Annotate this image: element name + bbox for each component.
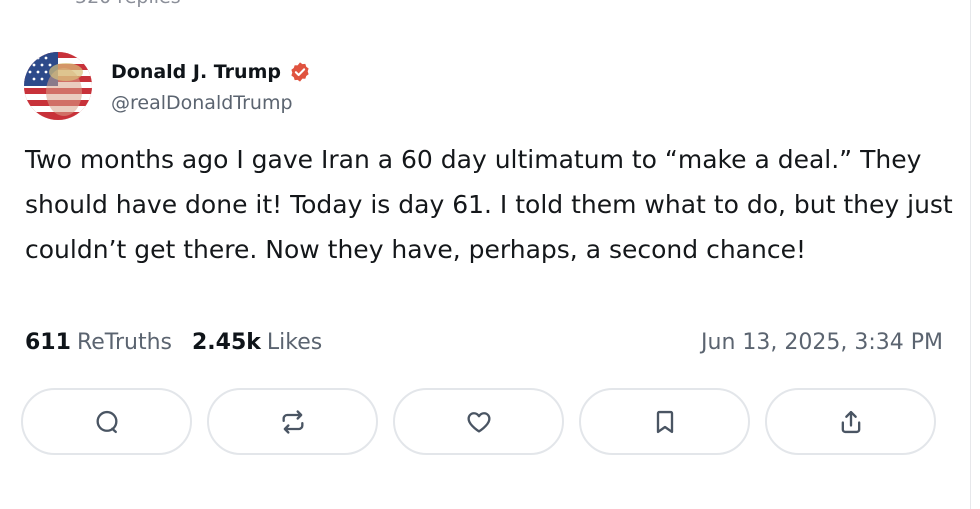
like-button[interactable]	[393, 388, 564, 455]
retruths-label: ReTruths	[76, 330, 172, 355]
post-stats: 611 ReTruths 2.45k Likes	[25, 330, 322, 355]
share-icon	[841, 410, 860, 433]
retruths-count: 611	[25, 330, 71, 355]
reply-button[interactable]	[21, 388, 192, 455]
bookmark-icon	[656, 410, 673, 433]
repost-icon	[282, 409, 303, 434]
heart-icon	[466, 411, 491, 432]
author-display-name[interactable]: Donald J. Trump	[111, 61, 281, 83]
retruth-button[interactable]	[207, 388, 378, 455]
author-handle[interactable]: @realDonaldTrump	[111, 92, 293, 114]
post-timestamp[interactable]: Jun 13, 2025, 3:34 PM	[701, 330, 943, 355]
bookmark-button[interactable]	[579, 388, 750, 455]
avatar-image	[24, 52, 92, 120]
likes-count: 2.45k	[192, 330, 261, 355]
author-name-row: Donald J. Trump	[111, 58, 311, 86]
likes-label: Likes	[266, 330, 323, 355]
post-text: Two months ago I gave Iran a 60 day ulti…	[25, 145, 953, 264]
verified-badge-icon	[289, 61, 311, 83]
scroll-edge	[970, 0, 980, 509]
retruths-stat[interactable]: 611 ReTruths	[25, 330, 172, 355]
avatar[interactable]	[24, 52, 92, 120]
post-actions	[21, 388, 936, 455]
likes-stat[interactable]: 2.45k Likes	[192, 330, 322, 355]
previous-post-replies[interactable]: 520 replies	[75, 0, 181, 8]
share-button[interactable]	[765, 388, 936, 455]
comment-icon	[96, 410, 117, 433]
